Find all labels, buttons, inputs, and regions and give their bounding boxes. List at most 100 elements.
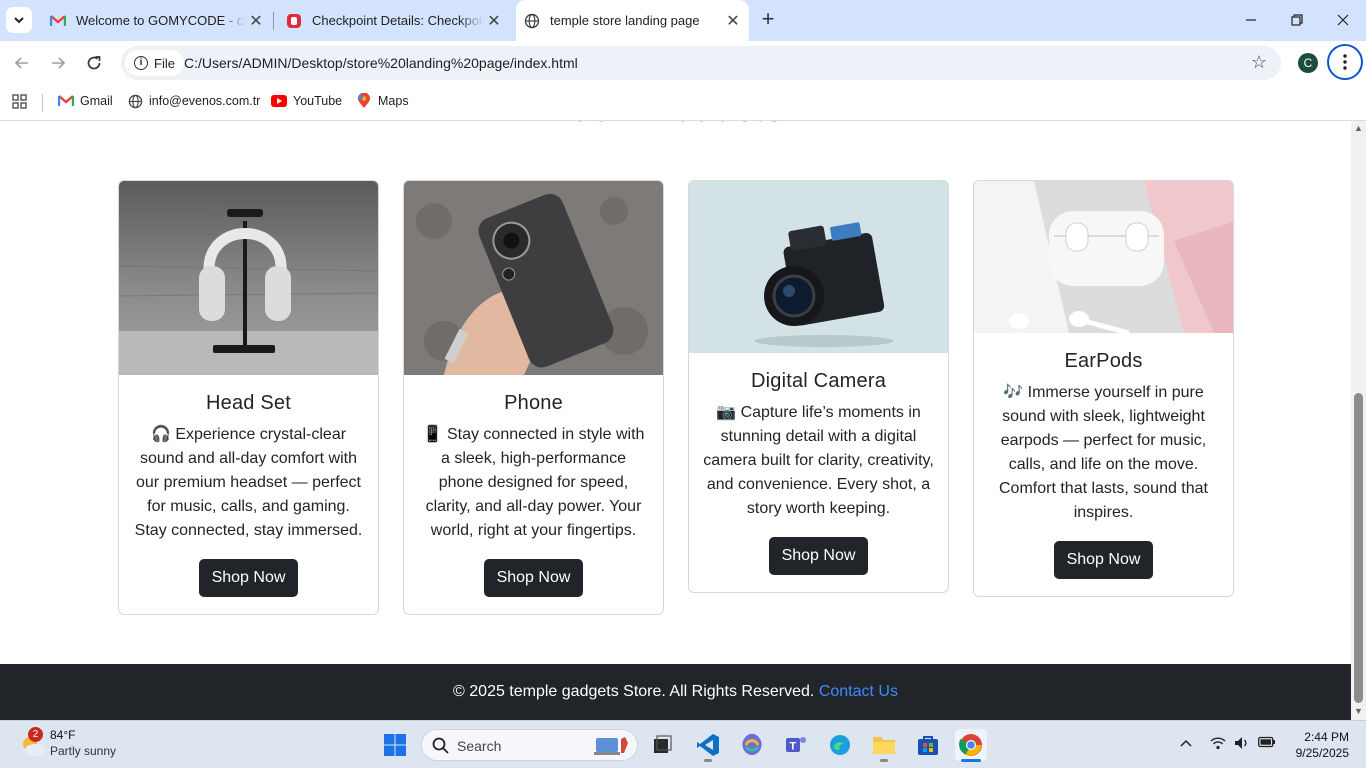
product-card-camera: Digital Camera 📷 Capture life’s moments … xyxy=(688,180,949,593)
tab-strip: Welcome to GOMYCODE - chijioke ✕ Checkpo… xyxy=(0,0,1366,41)
section-heading: Our Products xyxy=(0,121,1351,130)
url-text[interactable]: C:/Users/ADMIN/Desktop/store%20landing%2… xyxy=(184,55,578,71)
bookmark-gmail[interactable]: Gmail xyxy=(58,93,113,109)
shop-now-button[interactable]: Shop Now xyxy=(198,559,299,597)
chevron-up-icon xyxy=(1180,739,1192,747)
product-card-earpods: EarPods 🎶 Immerse yourself in pure sound… xyxy=(973,180,1234,597)
close-icon[interactable]: ✕ xyxy=(246,11,266,31)
headset-image xyxy=(119,181,378,375)
chrome-button[interactable] xyxy=(955,729,987,761)
clock-time: 2:44 PM xyxy=(1304,730,1349,744)
product-description: 📷 Capture life’s moments in stunning det… xyxy=(689,401,948,521)
copilot-icon xyxy=(742,733,762,755)
restore-icon xyxy=(1291,14,1303,26)
minimize-button[interactable] xyxy=(1228,0,1274,40)
bookmark-star-icon[interactable]: ☆ xyxy=(1251,52,1267,73)
address-bar[interactable]: i File C:/Users/ADMIN/Desktop/store%20la… xyxy=(121,46,1281,80)
reload-button[interactable] xyxy=(82,51,106,75)
bookmark-evenos[interactable]: info@evenos.com.tr xyxy=(127,93,260,109)
site-info-chip[interactable]: i File xyxy=(125,50,184,76)
close-icon xyxy=(1337,14,1349,26)
shop-now-button[interactable]: Shop Now xyxy=(483,559,584,597)
tab-gomycode-welcome[interactable]: Welcome to GOMYCODE - chijioke ✕ xyxy=(40,0,272,41)
product-description: 🎶 Immerse yourself in pure sound with sl… xyxy=(974,381,1233,525)
weather-temp: 84°F xyxy=(50,728,76,742)
wifi-icon[interactable] xyxy=(1210,736,1226,753)
tab-temple-store[interactable]: temple store landing page ✕ xyxy=(516,0,749,41)
camera-emoji-icon: 📷 xyxy=(716,404,737,421)
apps-grid-icon xyxy=(12,94,27,109)
reload-icon xyxy=(87,56,101,70)
tab-divider xyxy=(273,12,274,30)
clock-date: 9/25/2025 xyxy=(1295,746,1349,760)
teams-button[interactable]: T xyxy=(780,729,812,761)
search-highlight-icon xyxy=(594,737,628,755)
copilot-button[interactable] xyxy=(736,729,768,761)
chrome-icon xyxy=(959,734,982,756)
product-name: EarPods xyxy=(1064,350,1143,372)
file-explorer-button[interactable] xyxy=(868,729,900,761)
weather-widget[interactable]: 2 84°F Partly sunny xyxy=(18,727,128,763)
page-footer: © 2025 temple gadgets Store. All Rights … xyxy=(0,664,1351,720)
store-button[interactable] xyxy=(912,729,944,761)
tab-checkpoint-details[interactable]: Checkpoint Details: Checkpoint ✕ xyxy=(276,0,510,41)
kebab-menu-icon xyxy=(1343,54,1347,70)
site-info-label: File xyxy=(154,55,175,71)
teams-icon: T xyxy=(786,737,806,753)
bookmark-maps[interactable]: Maps xyxy=(356,93,409,109)
show-hidden-icons-button[interactable] xyxy=(1180,736,1192,751)
scroll-thumb[interactable] xyxy=(1354,393,1363,703)
vscode-icon xyxy=(697,734,719,756)
phone-image xyxy=(404,181,663,375)
info-icon: i xyxy=(134,56,148,70)
search-icon xyxy=(432,737,449,754)
task-view-button[interactable] xyxy=(646,729,678,761)
arrow-right-icon xyxy=(52,57,66,69)
contact-us-link[interactable]: Contact Us xyxy=(819,683,898,700)
bookmarks-bar: Gmail info@evenos.com.tr YouTube Maps xyxy=(0,85,1366,121)
bookmark-youtube[interactable]: YouTube xyxy=(271,93,342,109)
forward-button[interactable] xyxy=(46,51,70,75)
windows-logo-icon xyxy=(384,734,406,756)
bookmark-label: YouTube xyxy=(293,94,343,108)
scroll-up-arrow-icon[interactable]: ▲ xyxy=(1353,123,1364,133)
back-button[interactable] xyxy=(10,51,34,75)
weather-badge: 2 xyxy=(28,727,43,742)
close-window-button[interactable] xyxy=(1320,0,1366,40)
restore-button[interactable] xyxy=(1274,0,1320,40)
bookmark-label: Maps xyxy=(378,94,409,108)
footer-copyright: © 2025 temple gadgets Store. All Rights … xyxy=(453,683,815,700)
shop-now-button[interactable]: Shop Now xyxy=(1053,541,1154,579)
svg-text:T: T xyxy=(790,741,797,753)
product-card-headset: Head Set 🎧 Experience crystal-clear soun… xyxy=(118,180,379,615)
running-indicator xyxy=(704,759,712,762)
phone-emoji-icon: 📱 xyxy=(422,426,443,443)
shop-now-button[interactable]: Shop Now xyxy=(768,537,869,575)
close-icon[interactable]: ✕ xyxy=(484,11,504,31)
taskbar-search[interactable]: Search xyxy=(421,729,638,761)
battery-icon[interactable] xyxy=(1258,736,1276,751)
product-name: Phone xyxy=(504,392,563,414)
start-button[interactable] xyxy=(379,729,411,761)
close-icon[interactable]: ✕ xyxy=(723,11,743,31)
vscode-button[interactable] xyxy=(692,729,724,761)
product-description: 🎧 Experience crystal-clear sound and all… xyxy=(119,423,378,543)
browser-menu-button[interactable] xyxy=(1327,44,1363,80)
product-card-phone: Phone 📱 Stay connected in style with a s… xyxy=(403,180,664,615)
browser-toolbar: i File C:/Users/ADMIN/Desktop/store%20la… xyxy=(0,41,1366,85)
edge-button[interactable] xyxy=(824,729,856,761)
product-description-text: Stay connected in style with a sleek, hi… xyxy=(425,426,645,539)
tab-search-button[interactable] xyxy=(6,7,32,33)
store-icon xyxy=(918,736,938,755)
music-note-emoji-icon: 🎶 xyxy=(1003,384,1024,401)
scroll-down-arrow-icon[interactable]: ▼ xyxy=(1353,706,1364,716)
page-scrollbar[interactable]: ▲ ▼ xyxy=(1351,121,1366,720)
apps-button[interactable] xyxy=(12,94,27,109)
profile-avatar[interactable]: C xyxy=(1298,53,1318,73)
volume-icon[interactable] xyxy=(1234,736,1250,753)
new-tab-button[interactable]: + xyxy=(756,8,780,32)
camera-image xyxy=(689,181,948,353)
tab-title: Welcome to GOMYCODE - chijioke xyxy=(76,13,246,28)
bookmark-label: Gmail xyxy=(80,94,113,108)
system-clock[interactable]: 2:44 PM 9/25/2025 xyxy=(1285,729,1349,761)
